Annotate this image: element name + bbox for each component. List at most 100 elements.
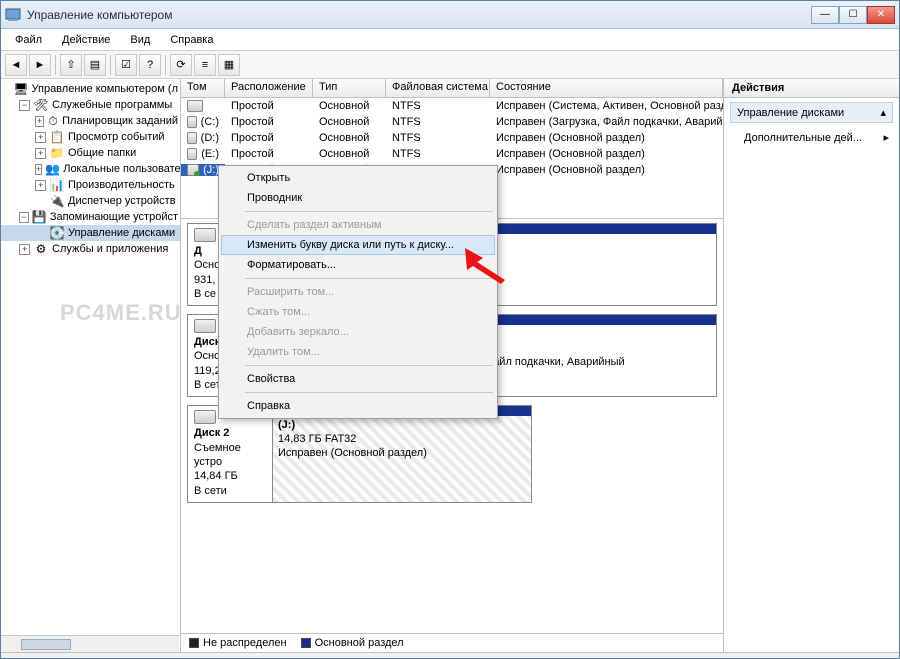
- tree-task-scheduler[interactable]: +⏱Планировщик заданий: [1, 113, 180, 129]
- tree-services[interactable]: +⚙Службы и приложения: [1, 241, 180, 257]
- properties-button[interactable]: ☑: [115, 54, 137, 76]
- tree-storage[interactable]: −💾Запоминающие устройст: [1, 209, 180, 225]
- partition-selected[interactable]: (J:) 14,83 ГБ FAT32 Исправен (Основной р…: [273, 406, 531, 501]
- help-button[interactable]: ?: [139, 54, 161, 76]
- ctx-explorer[interactable]: Проводник: [221, 188, 495, 208]
- clock-icon: ⏱: [47, 114, 59, 128]
- tree-local-users[interactable]: +👥Локальные пользовате: [1, 161, 180, 177]
- volume-state: Исправен (Загрузка, Файл подкачки, Авари…: [490, 116, 723, 128]
- refresh-button[interactable]: ⟳: [170, 54, 192, 76]
- drive-icon: [187, 148, 197, 160]
- tree-scrollbar[interactable]: [1, 635, 179, 652]
- expand-icon[interactable]: +: [35, 116, 44, 127]
- ctx-help[interactable]: Справка: [221, 396, 495, 416]
- context-menu[interactable]: Открыть Проводник Сделать раздел активны…: [218, 165, 498, 419]
- col-filesystem[interactable]: Файловая система: [386, 79, 490, 97]
- window-title: Управление компьютером: [27, 8, 811, 22]
- settings-button[interactable]: ▦: [218, 54, 240, 76]
- actions-section-disk-mgmt[interactable]: Управление дисками ▴: [730, 102, 893, 123]
- ctx-format[interactable]: Форматировать...: [221, 255, 495, 275]
- volume-row[interactable]: (C:)ПростойОсновнойNTFSИсправен (Загрузк…: [181, 114, 723, 130]
- volume-row[interactable]: (E:)ПростойОсновнойNTFSИсправен (Основно…: [181, 146, 723, 162]
- expand-icon[interactable]: +: [35, 164, 42, 175]
- collapse-icon[interactable]: −: [19, 212, 29, 223]
- menu-view[interactable]: Вид: [122, 32, 158, 48]
- drive-icon: [187, 100, 203, 112]
- col-volume[interactable]: Том: [181, 79, 225, 97]
- minimize-button[interactable]: —: [811, 6, 839, 24]
- volume-row[interactable]: ПростойОсновнойNTFSИсправен (Система, Ак…: [181, 98, 723, 114]
- tools-icon: 🛠: [33, 98, 49, 112]
- titlebar: Управление компьютером — ☐ ✕: [1, 1, 899, 29]
- ctx-properties[interactable]: Свойства: [221, 369, 495, 389]
- expand-icon[interactable]: +: [19, 244, 30, 255]
- volume-state: Исправен (Система, Активен, Основной раз…: [490, 100, 723, 112]
- tree-system-tools[interactable]: −🛠Служебные программы: [1, 97, 180, 113]
- tree-event-viewer[interactable]: +📋Просмотр событий: [1, 129, 180, 145]
- menu-action[interactable]: Действие: [54, 32, 118, 48]
- back-button[interactable]: ◄: [5, 54, 27, 76]
- maximize-button[interactable]: ☐: [839, 6, 867, 24]
- collapse-icon[interactable]: −: [19, 100, 30, 111]
- expand-icon[interactable]: +: [35, 132, 46, 143]
- ctx-open[interactable]: Открыть: [221, 168, 495, 188]
- volume-type: Основной: [313, 100, 386, 112]
- volume-layout: Простой: [225, 148, 313, 160]
- tree-label: Служебные программы: [52, 99, 172, 111]
- drive-icon: [187, 164, 199, 176]
- expand-icon[interactable]: +: [35, 180, 46, 191]
- tree-performance[interactable]: +📊Производительность: [1, 177, 180, 193]
- expand-icon[interactable]: +: [35, 148, 46, 159]
- users-icon: 👥: [45, 162, 60, 176]
- tree-shared-folders[interactable]: +📁Общие папки: [1, 145, 180, 161]
- services-icon: ⚙: [33, 242, 49, 256]
- legend-primary: Основной раздел: [301, 637, 404, 649]
- ctx-add-mirror: Добавить зеркало...: [221, 322, 495, 342]
- col-status[interactable]: Состояние: [490, 79, 723, 97]
- toolbar: ◄ ► ⇧ ▤ ☑ ? ⟳ ≡ ▦: [1, 51, 899, 79]
- disk-row-2[interactable]: Диск 2 Съемное устро 14,84 ГБ В сети (J:…: [187, 405, 717, 502]
- volume-layout: Простой: [225, 132, 313, 144]
- menu-file[interactable]: Файл: [7, 32, 50, 48]
- tree-disk-management[interactable]: 💽Управление дисками: [1, 225, 180, 241]
- console-tree[interactable]: 🖥Управление компьютером (л −🛠Служебные п…: [1, 79, 181, 652]
- disk-partitions: (J:) 14,83 ГБ FAT32 Исправен (Основной р…: [272, 405, 532, 502]
- menu-help[interactable]: Справка: [162, 32, 221, 48]
- volume-letter: (D:): [181, 132, 225, 144]
- actions-more[interactable]: Дополнительные дей... ▸: [742, 129, 891, 146]
- device-icon: 🔌: [49, 194, 65, 208]
- volume-letter: (C:): [181, 116, 225, 128]
- forward-button[interactable]: ►: [29, 54, 51, 76]
- up-button[interactable]: ⇧: [60, 54, 82, 76]
- volume-letter: (E:): [181, 148, 225, 160]
- disk-icon: [194, 319, 216, 333]
- close-button[interactable]: ✕: [867, 6, 895, 24]
- tree-label: Производительность: [68, 179, 175, 191]
- drive-icon: [187, 116, 197, 128]
- disk-status: В сети: [194, 484, 266, 498]
- tree-root-label: Управление компьютером (л: [32, 83, 179, 95]
- show-hide-tree-button[interactable]: ▤: [84, 54, 106, 76]
- list-view-button[interactable]: ≡: [194, 54, 216, 76]
- tree-label: Диспетчер устройств: [68, 195, 176, 207]
- storage-icon: 💾: [32, 210, 47, 224]
- ctx-change-drive-letter[interactable]: Изменить букву диска или путь к диску...: [221, 235, 495, 255]
- partition-state: Исправен (Основной раздел): [278, 447, 526, 461]
- col-layout[interactable]: Расположение: [225, 79, 313, 97]
- legend-unallocated: Не распределен: [189, 637, 287, 649]
- actions-section-label: Управление дисками: [737, 107, 844, 119]
- partition-size: 14,83 ГБ FAT32: [278, 433, 526, 447]
- disk-icon: [194, 228, 216, 242]
- legend: Не распределен Основной раздел: [181, 633, 723, 652]
- disk-icon: 💽: [49, 226, 65, 240]
- volume-row[interactable]: (D:)ПростойОсновнойNTFSИсправен (Основно…: [181, 130, 723, 146]
- tree-device-manager[interactable]: 🔌Диспетчер устройств: [1, 193, 180, 209]
- event-icon: 📋: [49, 130, 65, 144]
- col-type[interactable]: Тип: [313, 79, 386, 97]
- volume-letter: [181, 100, 225, 112]
- ctx-delete-volume: Удалить том...: [221, 342, 495, 362]
- actions-header: Действия: [724, 79, 899, 98]
- app-icon: [5, 7, 21, 23]
- tree-root[interactable]: 🖥Управление компьютером (л: [1, 81, 180, 97]
- chevron-up-icon: ▴: [880, 106, 886, 119]
